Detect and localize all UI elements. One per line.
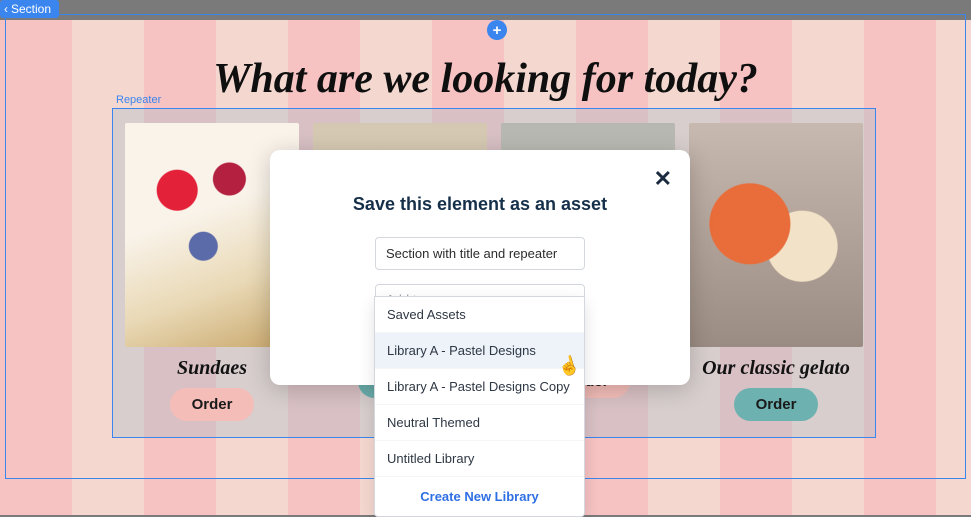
chevron-left-icon: ‹ [4,2,8,16]
dropdown-option[interactable]: Neutral Themed [375,405,584,441]
order-button[interactable]: Order [170,388,255,421]
asset-name-input[interactable] [375,237,585,270]
product-image [689,123,863,347]
plus-icon: + [493,22,502,39]
modal-title: Save this element as an asset [294,194,666,215]
repeater-label: Repeater [116,94,161,106]
product-title: Sundaes [177,357,247,380]
dropdown-option[interactable]: Saved Assets [375,297,584,333]
product-title: Our classic gelato [702,357,850,380]
section-tab[interactable]: ‹ Section [0,0,59,18]
dropdown-option[interactable]: Library A - Pastel Designs [375,333,584,369]
repeater-item[interactable]: Our classic gelato Order [689,123,863,423]
add-section-button[interactable]: + [487,20,507,40]
close-icon[interactable]: ✕ [654,166,672,192]
dropdown-option[interactable]: Untitled Library [375,441,584,477]
library-dropdown: Saved Assets Library A - Pastel Designs … [374,296,585,517]
dropdown-option[interactable]: Library A - Pastel Designs Copy [375,369,584,405]
section-tab-label: Section [11,2,51,16]
create-new-library-button[interactable]: Create New Library [375,477,584,516]
order-button[interactable]: Order [734,388,819,421]
